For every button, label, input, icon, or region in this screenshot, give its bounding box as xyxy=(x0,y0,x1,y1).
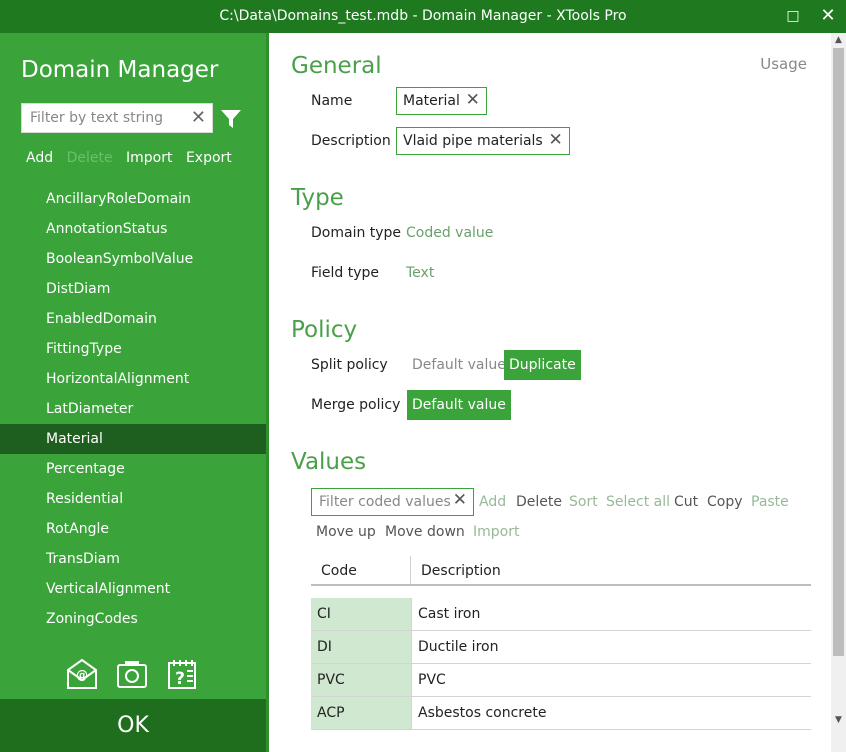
domain-item-selected[interactable]: Material xyxy=(0,424,266,454)
name-field[interactable]: Material ✕ xyxy=(396,87,487,115)
sidebar: Domain Manager Filter by text string ✕ A… xyxy=(0,33,266,752)
vertical-scrollbar[interactable]: ▲ ▼ xyxy=(831,33,846,752)
domain-actions: Add Delete Import Export xyxy=(26,150,241,166)
email-icon[interactable]: @ xyxy=(66,658,98,690)
domain-list: AncillaryRoleDomain AnnotationStatus Boo… xyxy=(0,184,266,634)
usage-link[interactable]: Usage xyxy=(760,55,807,73)
split-policy-label: Split policy xyxy=(311,357,388,373)
domain-item[interactable]: HorizontalAlignment xyxy=(0,364,266,394)
split-duplicate-option[interactable]: Duplicate xyxy=(504,350,581,380)
column-separator xyxy=(410,556,411,584)
description-cell[interactable]: Cast iron xyxy=(411,598,811,630)
values-section-title: Values xyxy=(291,449,367,475)
policy-section-title: Policy xyxy=(291,317,358,343)
description-value: Vlaid pipe materials xyxy=(403,133,543,149)
domain-type-value[interactable]: Coded value xyxy=(406,225,493,241)
add-domain-button[interactable]: Add xyxy=(26,150,53,166)
clear-values-filter-icon[interactable]: ✕ xyxy=(453,490,467,510)
description-cell[interactable]: PVC xyxy=(411,664,811,696)
domain-filter-placeholder: Filter by text string xyxy=(30,110,164,126)
code-column-header[interactable]: Code xyxy=(321,563,357,579)
merge-default-value-option[interactable]: Default value xyxy=(407,390,511,420)
import-domain-button[interactable]: Import xyxy=(126,150,172,166)
add-value-button[interactable]: Add xyxy=(479,494,506,510)
code-cell[interactable]: CI xyxy=(311,598,411,630)
description-label: Description xyxy=(311,133,391,149)
coded-values-filter-placeholder: Filter coded values xyxy=(319,494,451,510)
domain-item[interactable]: LatDiameter xyxy=(0,394,266,424)
merge-policy-label: Merge policy xyxy=(311,397,401,413)
select-all-button[interactable]: Select all xyxy=(606,494,670,510)
code-cell[interactable]: DI xyxy=(311,631,411,663)
filter-icon[interactable] xyxy=(221,110,241,128)
sidebar-heading: Domain Manager xyxy=(21,57,219,83)
coded-values-filter-input[interactable]: Filter coded values ✕ xyxy=(311,488,474,516)
general-section-title: General xyxy=(291,53,382,79)
svg-text:?: ? xyxy=(175,669,185,689)
scrollbar-thumb[interactable] xyxy=(833,48,844,656)
main-panel: Usage General Name Material ✕ Descriptio… xyxy=(269,33,831,752)
description-field[interactable]: Vlaid pipe materials ✕ xyxy=(396,127,570,155)
close-button[interactable]: ✕ xyxy=(818,6,838,26)
table-row[interactable]: ACP Asbestos concrete xyxy=(311,697,811,730)
domain-item[interactable]: VerticalAlignment xyxy=(0,574,266,604)
window-title: C:\Data\Domains_test.mdb - Domain Manage… xyxy=(219,8,627,24)
code-cell[interactable]: PVC xyxy=(311,664,411,696)
maximize-button[interactable]: □ xyxy=(783,6,803,26)
domain-item[interactable]: FittingType xyxy=(0,334,266,364)
description-cell[interactable]: Ductile iron xyxy=(411,631,811,663)
domain-item[interactable]: BooleanSymbolValue xyxy=(0,244,266,274)
screenshot-icon[interactable] xyxy=(116,658,148,690)
export-domain-button[interactable]: Export xyxy=(186,150,232,166)
clear-filter-icon[interactable]: ✕ xyxy=(191,107,206,128)
table-row[interactable]: PVC PVC xyxy=(311,664,811,697)
domain-filter-input[interactable]: Filter by text string ✕ xyxy=(21,103,213,133)
domain-item[interactable]: AnnotationStatus xyxy=(0,214,266,244)
move-up-button[interactable]: Move up xyxy=(316,524,376,540)
cut-button[interactable]: Cut xyxy=(674,494,698,510)
import-values-button[interactable]: Import xyxy=(473,524,519,540)
domain-item[interactable]: ZoningCodes xyxy=(0,604,266,634)
sidebar-tools: @ ? xyxy=(66,658,206,694)
code-cell[interactable]: ACP xyxy=(311,697,411,729)
paste-button[interactable]: Paste xyxy=(751,494,789,510)
domain-item[interactable]: EnabledDomain xyxy=(0,304,266,334)
move-down-button[interactable]: Move down xyxy=(385,524,465,540)
scroll-down-icon[interactable]: ▼ xyxy=(831,713,846,727)
name-value: Material xyxy=(403,93,460,109)
values-grid-header: Code Description xyxy=(311,556,811,586)
domain-item[interactable]: AncillaryRoleDomain xyxy=(0,184,266,214)
clear-name-icon[interactable]: ✕ xyxy=(466,87,480,113)
field-type-value[interactable]: Text xyxy=(406,265,434,281)
description-column-header[interactable]: Description xyxy=(421,563,501,579)
sort-values-button[interactable]: Sort xyxy=(569,494,598,510)
svg-text:@: @ xyxy=(76,668,88,682)
domain-item[interactable]: TransDiam xyxy=(0,544,266,574)
domain-item[interactable]: Percentage xyxy=(0,454,266,484)
table-row[interactable]: CI Cast iron xyxy=(311,598,811,631)
domain-type-label: Domain type xyxy=(311,225,402,241)
copy-button[interactable]: Copy xyxy=(707,494,743,510)
field-type-label: Field type xyxy=(311,265,380,281)
delete-value-button[interactable]: Delete xyxy=(516,494,562,510)
title-bar: C:\Data\Domains_test.mdb - Domain Manage… xyxy=(0,0,846,33)
help-icon[interactable]: ? xyxy=(166,658,198,690)
split-default-value-option[interactable]: Default value xyxy=(407,350,511,380)
domain-item[interactable]: RotAngle xyxy=(0,514,266,544)
scroll-up-icon[interactable]: ▲ xyxy=(831,33,846,47)
domain-item[interactable]: DistDiam xyxy=(0,274,266,304)
name-label: Name xyxy=(311,93,353,109)
domain-item[interactable]: Residential xyxy=(0,484,266,514)
type-section-title: Type xyxy=(291,185,344,211)
clear-description-icon[interactable]: ✕ xyxy=(548,127,562,153)
description-cell[interactable]: Asbestos concrete xyxy=(411,697,811,729)
delete-domain-button[interactable]: Delete xyxy=(67,150,113,166)
ok-button[interactable]: OK xyxy=(0,699,266,752)
table-row[interactable]: DI Ductile iron xyxy=(311,631,811,664)
